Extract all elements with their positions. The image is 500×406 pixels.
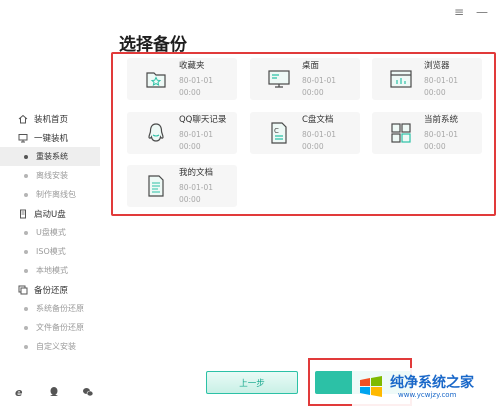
sidebar-item-backup-restore[interactable]: 备份还原 (0, 280, 108, 299)
minimize-icon[interactable]: — (476, 6, 488, 18)
c-drive-doc-icon: C (266, 120, 292, 146)
sidebar-item-file-backup[interactable]: 文件备份还原 (0, 318, 108, 337)
bullet-icon (24, 154, 28, 159)
sidebar-item-home[interactable]: 装机首页 (0, 109, 108, 128)
card-name: QQ聊天记录 (178, 114, 227, 125)
card-date: 80-01-01 00:00 (178, 182, 214, 204)
watermark-url: www.ycwjzy.com (398, 390, 457, 399)
sidebar-item-one-click[interactable]: 一键装机 (0, 128, 108, 147)
watermark-logo-icon (360, 376, 382, 397)
window-controls: ≡ — (454, 6, 488, 18)
wechat-icon[interactable] (82, 386, 94, 398)
sidebar-item-label: ISO模式 (36, 247, 66, 256)
sidebar-item-label: 重装系统 (36, 152, 68, 161)
browser-icon (388, 66, 414, 92)
backup-card-qq-chat[interactable]: QQ聊天记录 80-01-01 00:00 (127, 112, 237, 154)
card-date: 80-01-01 00:00 (423, 129, 459, 151)
home-icon (18, 114, 28, 123)
favorites-icon (143, 66, 169, 92)
backup-card-browser[interactable]: 浏览器 80-01-01 00:00 (372, 58, 482, 100)
sidebar-item-custom-install[interactable]: 自定义安装 (0, 337, 108, 356)
card-name: 桌面 (301, 60, 319, 71)
card-date: 80-01-01 00:00 (301, 129, 337, 151)
watermark: 纯净系统之家 www.ycwjzy.com (352, 368, 500, 406)
sidebar-item-iso-mode[interactable]: ISO模式 (0, 242, 108, 261)
card-date: 80-01-01 00:00 (178, 129, 214, 151)
sidebar-item-usb-mode[interactable]: U盘模式 (0, 223, 108, 242)
bullet-icon (24, 173, 28, 178)
bullet-icon (24, 192, 28, 197)
sidebar-item-label: 离线安装 (36, 171, 68, 180)
card-date: 80-01-01 00:00 (178, 75, 214, 97)
svg-text:C: C (274, 127, 279, 135)
card-date: 80-01-01 00:00 (301, 75, 337, 97)
watermark-title: 纯净系统之家 (390, 374, 474, 391)
backup-card-desktop[interactable]: 桌面 80-01-01 00:00 (250, 58, 360, 100)
ie-icon[interactable]: e (14, 386, 26, 398)
sidebar-item-local-mode[interactable]: 本地模式 (0, 261, 108, 280)
monitor-icon (18, 133, 28, 142)
bullet-icon (24, 344, 28, 349)
sidebar-item-label: 本地模式 (36, 266, 68, 275)
app-window: ≡ — 装机首页 一键装机 重装系统 离线安装 制作离线包 启动U盘 U盘模式 … (0, 0, 500, 406)
sidebar-item-label: 系统备份还原 (36, 304, 84, 313)
backup-card-favorites[interactable]: 收藏夹 80-01-01 00:00 (127, 58, 237, 100)
sidebar-item-label: U盘模式 (36, 228, 66, 237)
sidebar-item-label: 制作离线包 (36, 190, 76, 199)
sidebar-item-usb[interactable]: 启动U盘 (0, 204, 108, 223)
card-name: C盘文档 (301, 114, 334, 125)
previous-step-button[interactable]: 上一步 (206, 371, 298, 394)
sidebar-item-label: 文件备份还原 (36, 323, 84, 332)
sidebar-item-label: 启动U盘 (34, 209, 66, 220)
bullet-icon (24, 249, 28, 254)
card-name: 我的文档 (178, 167, 213, 178)
documents-icon (143, 173, 169, 199)
card-date: 80-01-01 00:00 (423, 75, 459, 97)
backup-card-current-system[interactable]: 当前系统 80-01-01 00:00 (372, 112, 482, 154)
sidebar: 装机首页 一键装机 重装系统 离线安装 制作离线包 启动U盘 U盘模式 ISO模… (0, 0, 108, 406)
card-name: 收藏夹 (178, 60, 205, 71)
sidebar-item-label: 自定义安装 (36, 342, 76, 351)
system-icon (388, 120, 414, 146)
bullet-icon (24, 325, 28, 330)
qq-icon (143, 120, 169, 146)
menu-icon[interactable]: ≡ (454, 6, 464, 18)
backup-card-my-documents[interactable]: 我的文档 80-01-01 00:00 (127, 165, 237, 207)
svg-text:e: e (15, 386, 23, 398)
sidebar-item-offline-install[interactable]: 离线安装 (0, 166, 108, 185)
backup-card-c-drive-docs[interactable]: C C盘文档 80-01-01 00:00 (250, 112, 360, 154)
sidebar-item-reinstall[interactable]: 重装系统 (0, 147, 100, 166)
sidebar-item-make-offline-pack[interactable]: 制作离线包 (0, 185, 108, 204)
bullet-icon (24, 268, 28, 273)
backup-icon (18, 285, 28, 294)
qq-icon[interactable] (48, 386, 60, 398)
desktop-icon (266, 66, 292, 92)
bullet-icon (24, 230, 28, 235)
sidebar-nav: 装机首页 一键装机 重装系统 离线安装 制作离线包 启动U盘 U盘模式 ISO模… (0, 109, 108, 356)
bullet-icon (24, 306, 28, 311)
sidebar-footer: e (14, 386, 94, 398)
sidebar-item-label: 装机首页 (34, 114, 69, 125)
sidebar-item-label: 备份还原 (34, 285, 69, 296)
sidebar-item-system-backup[interactable]: 系统备份还原 (0, 299, 108, 318)
card-name: 当前系统 (423, 114, 458, 125)
usb-icon (20, 209, 26, 218)
sidebar-item-label: 一键装机 (34, 133, 69, 144)
card-name: 浏览器 (423, 60, 450, 71)
